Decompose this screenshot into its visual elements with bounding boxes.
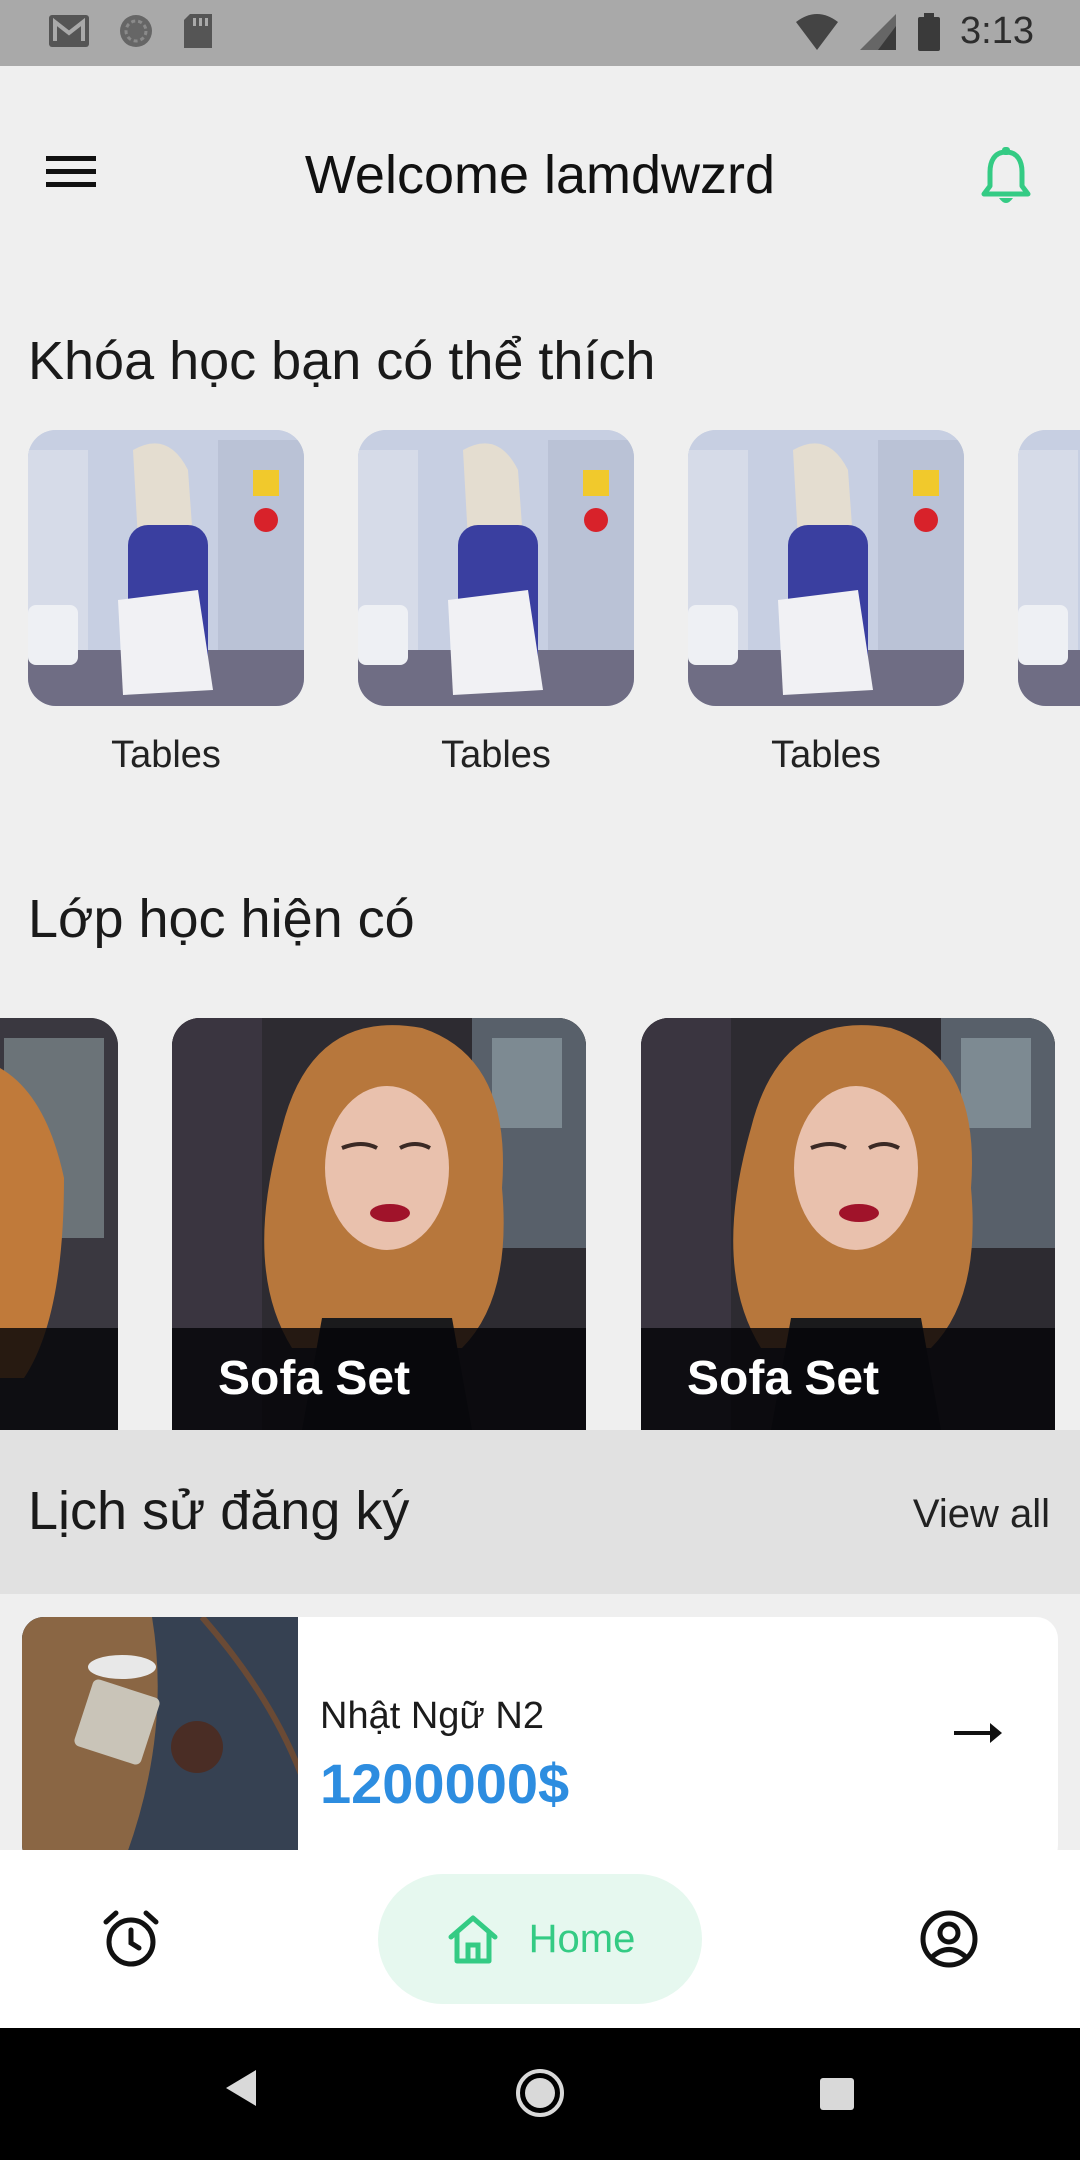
sync-icon bbox=[120, 15, 152, 47]
course-image bbox=[688, 430, 964, 706]
class-caption bbox=[0, 1328, 118, 1430]
nav-home-label: Home bbox=[528, 1916, 636, 1961]
course-card[interactable]: Tables bbox=[358, 430, 634, 777]
bottom-navigation: Home bbox=[0, 1850, 1080, 2028]
nav-alarm-button[interactable] bbox=[100, 1908, 162, 1970]
alarm-icon bbox=[103, 1910, 159, 1967]
nav-home-button[interactable]: Home bbox=[378, 1874, 702, 2004]
sd-card-icon bbox=[184, 14, 212, 48]
course-card[interactable] bbox=[1018, 430, 1080, 734]
system-home-icon[interactable] bbox=[513, 2066, 567, 2120]
course-image bbox=[358, 430, 634, 706]
course-label: Tables bbox=[441, 734, 551, 776]
class-card[interactable] bbox=[0, 1018, 118, 1430]
notification-button[interactable] bbox=[978, 146, 1048, 216]
course-image bbox=[1018, 430, 1080, 706]
courses-carousel[interactable]: Tables Tables Tables bbox=[0, 430, 1080, 790]
app-bar: Welcome lamdwzrd bbox=[0, 66, 1080, 288]
history-image bbox=[22, 1617, 305, 1867]
page-title: Welcome lamdwzrd bbox=[304, 145, 776, 205]
course-label: Tables bbox=[771, 734, 881, 776]
classes-carousel[interactable]: Sofa Set Sofa Set bbox=[0, 1018, 1080, 1430]
history-item[interactable]: Nhật Ngữ N2 1200000$ bbox=[22, 1617, 1058, 1867]
wifi-icon bbox=[796, 13, 839, 50]
profile-icon bbox=[920, 1910, 978, 1968]
bell-icon bbox=[981, 147, 1031, 203]
home-icon bbox=[448, 1915, 498, 1964]
history-item-name: Nhật Ngữ N2 bbox=[320, 1695, 544, 1737]
status-right-icons: 3:13 bbox=[794, 10, 1034, 53]
history-item-price: 1200000$ bbox=[320, 1752, 570, 1815]
classes-section-title: Lớp học hiện có bbox=[28, 889, 415, 949]
status-left-icons bbox=[46, 11, 216, 51]
course-image bbox=[28, 430, 304, 706]
back-icon[interactable] bbox=[222, 2066, 262, 2110]
course-label: Tables bbox=[111, 734, 221, 776]
signal-icon bbox=[860, 13, 897, 50]
class-caption: Sofa Set bbox=[172, 1328, 586, 1430]
history-header: Lịch sử đăng ký View all bbox=[0, 1430, 1080, 1594]
battery-icon bbox=[918, 12, 941, 51]
view-all-link[interactable]: View all bbox=[913, 1492, 1050, 1537]
class-card[interactable]: Sofa Set bbox=[641, 1018, 1055, 1430]
gmail-icon bbox=[49, 15, 89, 47]
class-card[interactable]: Sofa Set bbox=[172, 1018, 586, 1430]
class-caption: Sofa Set bbox=[641, 1328, 1055, 1430]
nav-profile-button[interactable] bbox=[918, 1908, 980, 1970]
arrow-right-icon[interactable] bbox=[948, 1713, 1008, 1753]
recent-apps-icon[interactable] bbox=[818, 2076, 856, 2112]
courses-section-title: Khóa học bạn có thể thích bbox=[28, 331, 656, 391]
course-card[interactable]: Tables bbox=[28, 430, 304, 777]
course-card[interactable]: Tables bbox=[688, 430, 964, 777]
status-time: 3:13 bbox=[960, 10, 1034, 52]
history-section-title: Lịch sử đăng ký bbox=[28, 1481, 410, 1541]
system-navigation-bar bbox=[0, 2028, 1080, 2160]
status-bar: 3:13 bbox=[0, 0, 1080, 66]
